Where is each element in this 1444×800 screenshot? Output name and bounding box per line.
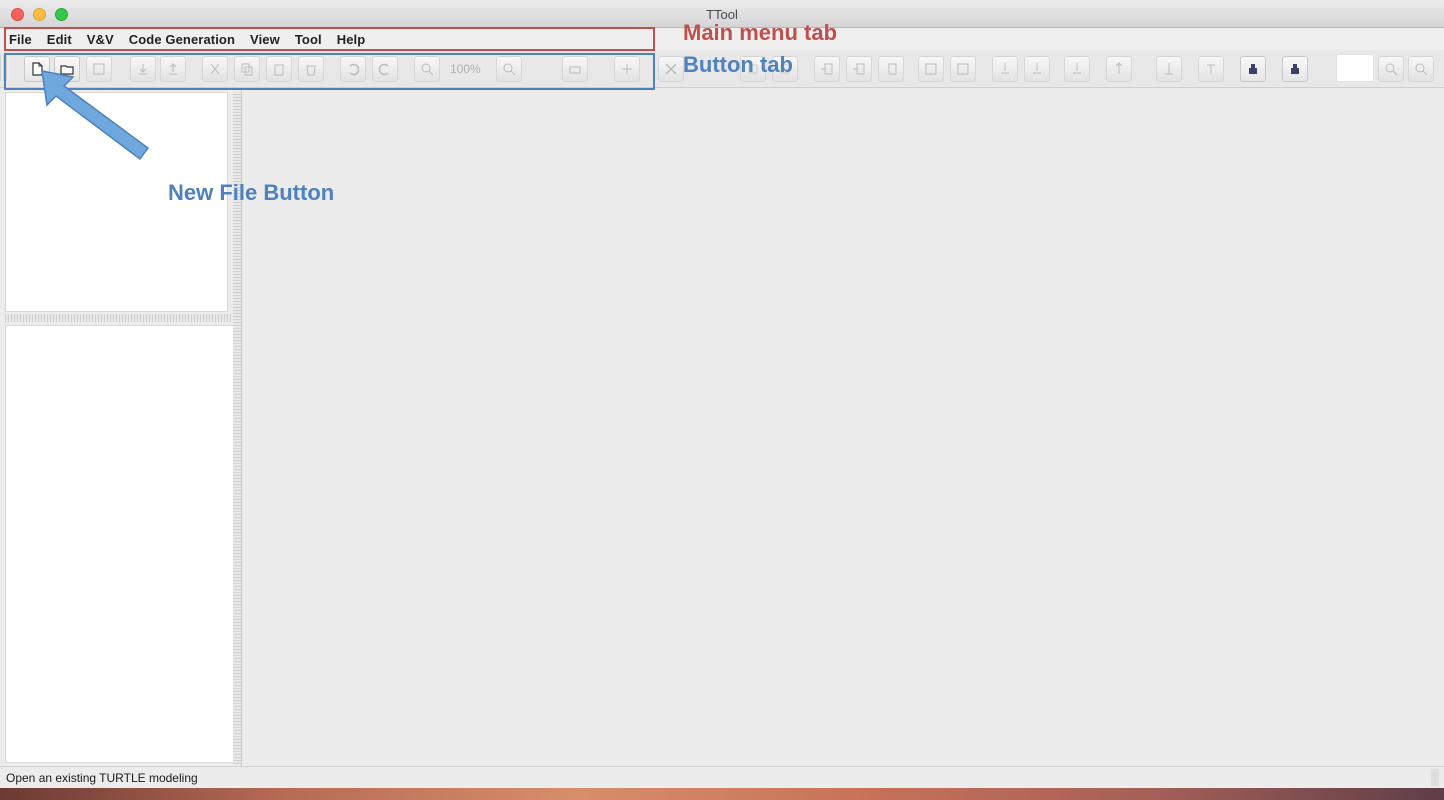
arrow-icon: [41, 70, 150, 161]
